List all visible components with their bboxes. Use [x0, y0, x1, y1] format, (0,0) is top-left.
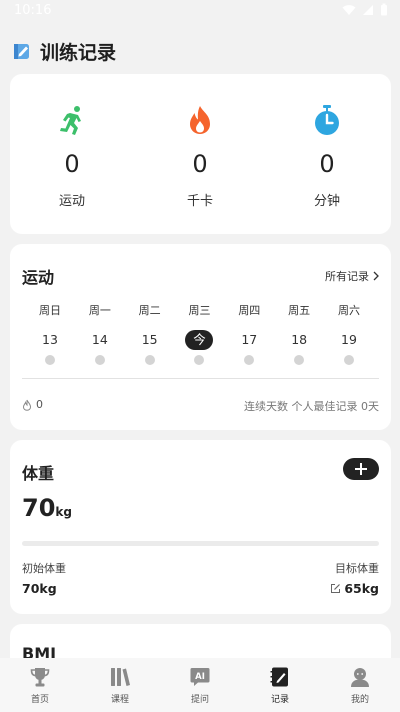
user-icon	[351, 668, 369, 687]
calendar-day[interactable]: 周六 19	[326, 302, 372, 365]
nav-item-ask[interactable]: AI 提问	[160, 658, 240, 712]
running-person-icon	[60, 106, 81, 135]
nav-label: 课程	[110, 695, 129, 705]
day-date: 18	[291, 332, 308, 347]
initial-weight-text: 70kg	[22, 581, 57, 596]
day-of-week: 周一	[88, 304, 111, 317]
activity-dot	[45, 355, 55, 365]
all-records-link[interactable]: 所有记录	[325, 268, 379, 284]
nav-label: 首页	[30, 695, 49, 705]
weight-progress-track	[22, 541, 379, 546]
stat-minutes: 0 分钟	[277, 104, 377, 209]
target-weight-value[interactable]: 65kg	[330, 581, 379, 596]
day-of-week: 周三	[188, 304, 211, 317]
status-icons	[342, 3, 388, 16]
activity-dot	[343, 355, 354, 365]
chevron-right-icon	[373, 271, 379, 281]
target-weight-text: 65kg	[344, 581, 379, 596]
wifi-icon	[342, 4, 356, 15]
day-date: 13	[42, 332, 58, 347]
stat-value: 0	[319, 150, 335, 178]
weight-unit: kg	[55, 505, 72, 519]
day-of-week: 周五	[288, 304, 311, 317]
edit-icon	[331, 584, 341, 593]
day-date: 14	[91, 332, 108, 347]
activity-dot	[94, 355, 105, 365]
nav-item-records[interactable]: 记录	[240, 658, 320, 712]
battery-icon	[381, 3, 387, 16]
status-bar: 10:16	[0, 0, 400, 24]
trophy-icon	[30, 668, 50, 687]
stat-label: 分钟	[313, 194, 340, 209]
svg-text:AI: AI	[195, 672, 205, 682]
stopwatch-icon	[315, 105, 339, 135]
summary-card: 0 运动 0 千卡 0 分钟	[10, 74, 391, 234]
calendar-day[interactable]: 周日 13	[27, 302, 73, 365]
plus-icon	[355, 463, 367, 475]
flame-icon	[190, 106, 210, 134]
books-icon	[111, 668, 130, 686]
nav-label: 提问	[190, 695, 209, 705]
current-weight: 70kg	[22, 494, 72, 522]
day-of-week: 周四	[238, 304, 261, 317]
nav-item-profile[interactable]: 我的	[320, 658, 400, 712]
streak-value: 0	[36, 398, 43, 411]
day-of-week: 周二	[138, 304, 161, 317]
exercise-title: 运动	[22, 268, 55, 287]
best-record-text: 连续天数 个人最佳记录 0天	[244, 400, 379, 413]
stat-calories: 0 千卡	[150, 104, 250, 209]
stat-label: 运动	[58, 194, 85, 209]
week-calendar: 周日 13 周一 14 周二 15 周三 今 周四 17 周五 18 周六 19	[27, 302, 372, 365]
signal-icon	[363, 4, 373, 15]
add-weight-button[interactable]	[343, 458, 379, 480]
calendar-day[interactable]: 周一 14	[77, 302, 123, 365]
day-date: 15	[141, 332, 158, 347]
divider	[22, 378, 379, 379]
initial-weight-label: 初始体重	[22, 562, 66, 575]
weight-title: 体重	[22, 464, 55, 483]
target-weight-label: 目标体重	[335, 562, 379, 575]
stat-value: 0	[192, 150, 208, 178]
bottom-nav: 首页 课程 AI 提问 记录 我的	[0, 658, 400, 712]
activity-dot	[194, 355, 205, 365]
nav-item-home[interactable]: 首页	[0, 658, 80, 712]
day-date: 17	[241, 332, 258, 347]
today-badge: 今	[185, 330, 214, 350]
day-date: 19	[341, 332, 357, 347]
day-of-week: 周六	[337, 304, 360, 317]
calendar-day[interactable]: 周四 17	[226, 302, 272, 365]
page-header: 训练记录	[12, 38, 116, 64]
stat-exercise: 0 运动	[22, 104, 122, 209]
calendar-day[interactable]: 周二 15	[127, 302, 173, 365]
notepad-icon	[14, 44, 29, 59]
calendar-day[interactable]: 周五 18	[276, 302, 322, 365]
stat-label: 千卡	[186, 194, 213, 209]
activity-dot	[294, 355, 305, 365]
ai-chat-icon: AI	[190, 668, 210, 686]
stat-value: 0	[64, 150, 80, 178]
nav-label: 记录	[270, 695, 289, 705]
flame-outline-icon	[22, 399, 32, 411]
day-of-week: 周日	[39, 304, 61, 317]
initial-weight-value: 70kg	[22, 581, 57, 596]
status-time: 10:16	[14, 3, 52, 18]
nav-label: 我的	[350, 695, 369, 705]
exercise-card: 运动 所有记录 周日 13 周一 14 周二 15 周三 今 周四 17 周五 …	[10, 244, 391, 430]
weight-number: 70	[22, 494, 56, 522]
nav-item-courses[interactable]: 课程	[80, 658, 160, 712]
streak-counter: 0	[22, 398, 43, 411]
all-records-label: 所有记录	[325, 270, 369, 283]
notebook-icon	[270, 667, 288, 687]
page-title: 训练记录	[40, 41, 117, 64]
weight-card: 体重 70kg 初始体重 目标体重 70kg 65kg	[10, 440, 391, 614]
calendar-day-today[interactable]: 周三 今	[176, 302, 222, 365]
activity-dot	[244, 355, 255, 365]
activity-dot	[144, 355, 155, 365]
